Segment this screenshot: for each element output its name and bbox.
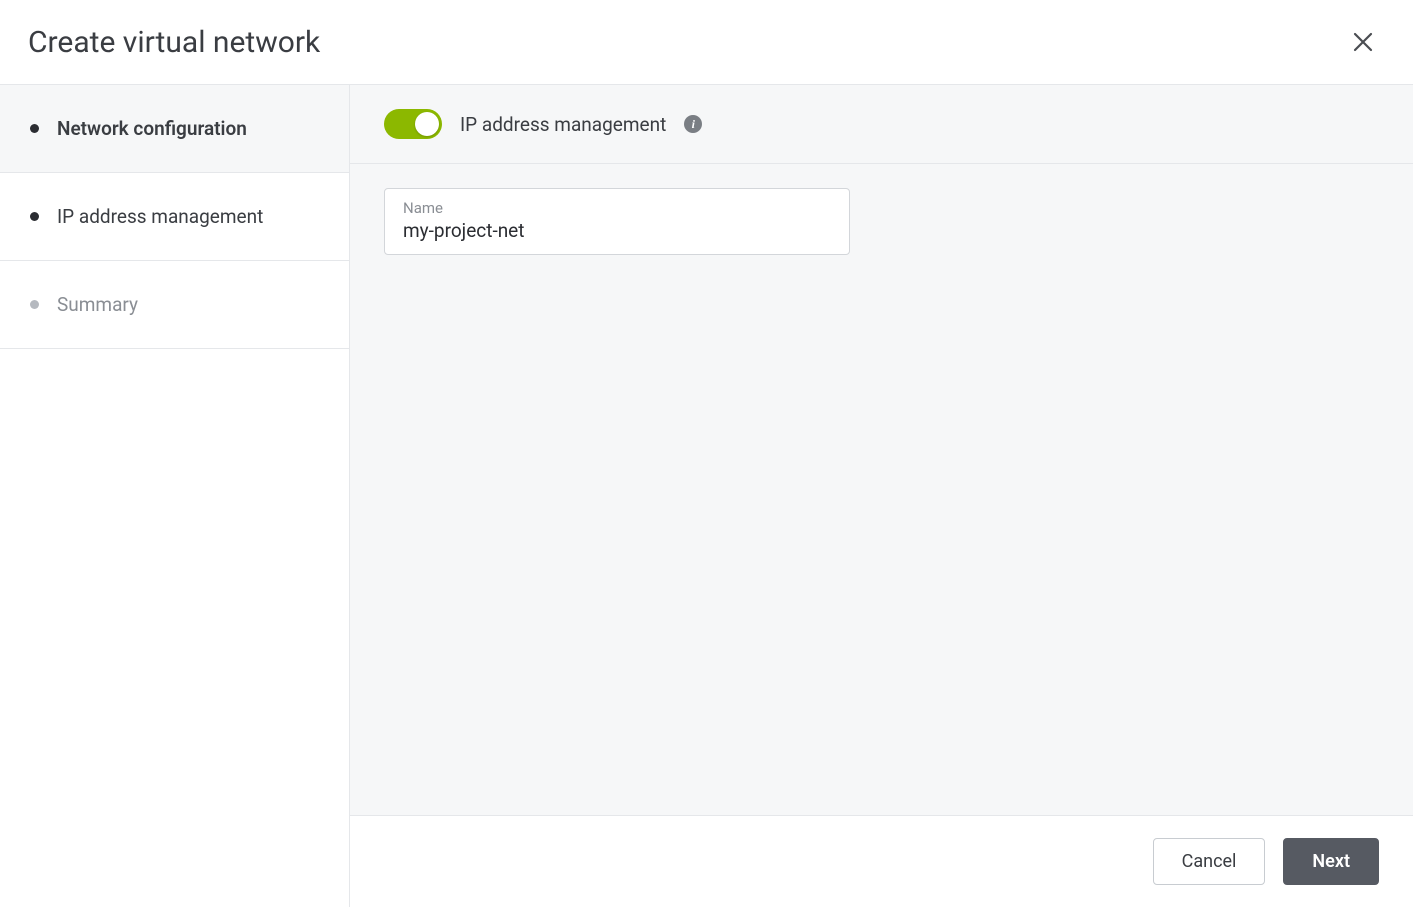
sidebar-item-network-configuration[interactable]: Network configuration bbox=[0, 85, 349, 173]
close-icon bbox=[1351, 30, 1375, 54]
bullet-icon bbox=[30, 300, 39, 309]
ipam-toggle-label: IP address management bbox=[460, 113, 666, 136]
wizard-footer: Cancel Next bbox=[350, 815, 1413, 907]
sidebar-item-label: Summary bbox=[57, 293, 138, 316]
wizard-main: IP address management i Name Cancel Next bbox=[350, 85, 1413, 907]
cancel-button[interactable]: Cancel bbox=[1153, 838, 1266, 885]
next-button[interactable]: Next bbox=[1283, 838, 1379, 885]
wizard-sidebar: Network configuration IP address managem… bbox=[0, 85, 350, 907]
ipam-toggle[interactable] bbox=[384, 109, 442, 139]
sidebar-item-ip-address-management[interactable]: IP address management bbox=[0, 173, 349, 261]
sidebar-item-label: Network configuration bbox=[57, 117, 247, 140]
sidebar-item-summary[interactable]: Summary bbox=[0, 261, 349, 349]
bullet-icon bbox=[30, 212, 39, 221]
name-field-label: Name bbox=[403, 199, 831, 217]
close-button[interactable] bbox=[1345, 24, 1381, 60]
form-content: Name bbox=[350, 164, 1413, 815]
bullet-icon bbox=[30, 124, 39, 133]
sidebar-item-label: IP address management bbox=[57, 205, 263, 228]
dialog-header: Create virtual network bbox=[0, 0, 1413, 85]
name-field-container: Name bbox=[384, 188, 850, 255]
info-icon[interactable]: i bbox=[684, 115, 702, 133]
toggle-knob bbox=[415, 112, 439, 136]
ipam-toggle-row: IP address management i bbox=[350, 85, 1413, 164]
dialog-title: Create virtual network bbox=[28, 25, 320, 60]
name-input[interactable] bbox=[403, 219, 831, 242]
dialog-body: Network configuration IP address managem… bbox=[0, 85, 1413, 907]
